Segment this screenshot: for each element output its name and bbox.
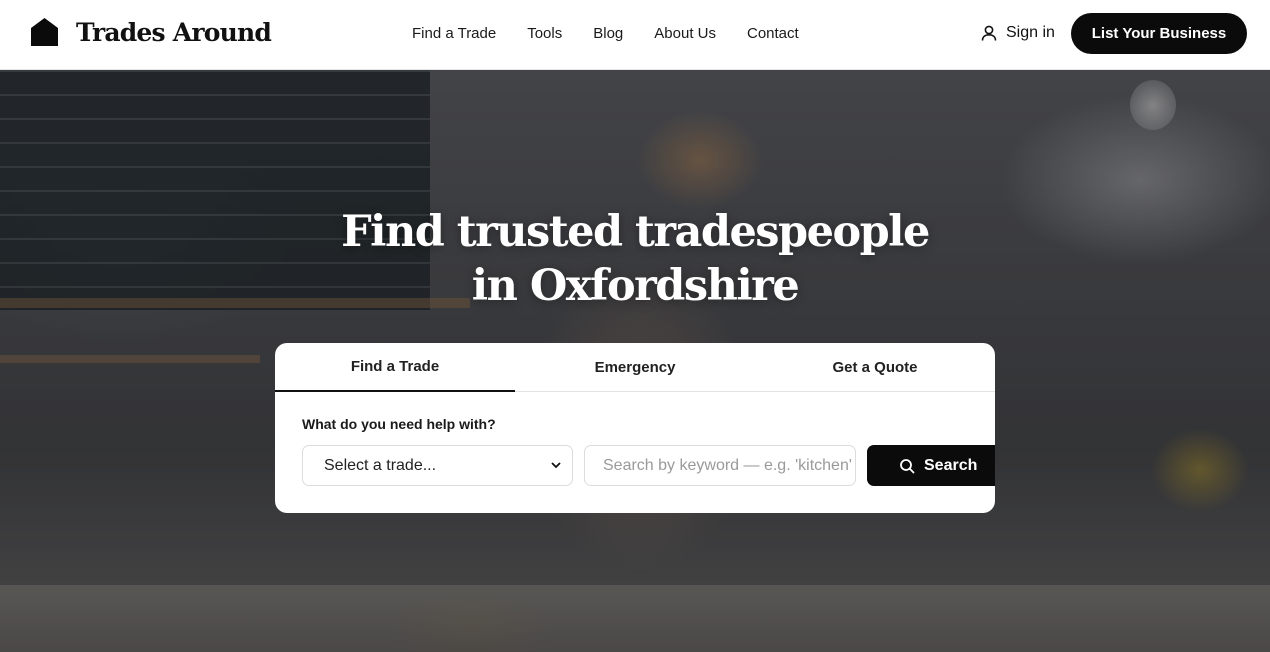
site-header: Trades Around Find a Trade Tools Blog Ab… (0, 0, 1270, 70)
house-icon (31, 18, 58, 46)
user-icon (981, 25, 997, 41)
trade-select-value: Select a trade... (324, 456, 437, 474)
tab-get-a-quote[interactable]: Get a Quote (755, 343, 995, 392)
list-your-business-button[interactable]: List Your Business (1071, 13, 1247, 54)
nav-about-us[interactable]: About Us (654, 25, 716, 42)
logo-text: Trades Around (76, 17, 272, 47)
nav-find-a-trade[interactable]: Find a Trade (412, 25, 496, 42)
logo[interactable]: Trades Around (30, 16, 272, 48)
search-tabs: Find a Trade Emergency Get a Quote (275, 343, 995, 392)
search-card: Find a Trade Emergency Get a Quote What … (275, 343, 995, 513)
search-button-label: Search (924, 456, 978, 474)
keyword-search-input[interactable] (584, 445, 856, 486)
search-button[interactable]: Search (867, 445, 995, 486)
sign-in-label: Sign in (1006, 24, 1055, 41)
tab-find-a-trade[interactable]: Find a Trade (275, 343, 515, 392)
chevron-down-icon (551, 462, 561, 469)
hero-section: Find trusted tradespeople in Oxfordshire… (0, 70, 1270, 652)
hero-title-line-2: in Oxfordshire (471, 261, 800, 311)
nav-contact[interactable]: Contact (747, 25, 799, 42)
main-nav: Find a Trade Tools Blog About Us Contact (412, 0, 799, 66)
trade-select[interactable]: Select a trade... (302, 445, 573, 486)
help-label: What do you need help with? (302, 416, 496, 432)
tab-emergency[interactable]: Emergency (515, 343, 755, 392)
nav-tools[interactable]: Tools (527, 25, 562, 42)
search-icon (900, 458, 915, 473)
hero-title: Find trusted tradespeople in Oxfordshire (0, 205, 1270, 313)
hero-title-line-1: Find trusted tradespeople (341, 207, 930, 257)
nav-blog[interactable]: Blog (593, 25, 623, 42)
sign-in-link[interactable]: Sign in (980, 22, 1055, 44)
